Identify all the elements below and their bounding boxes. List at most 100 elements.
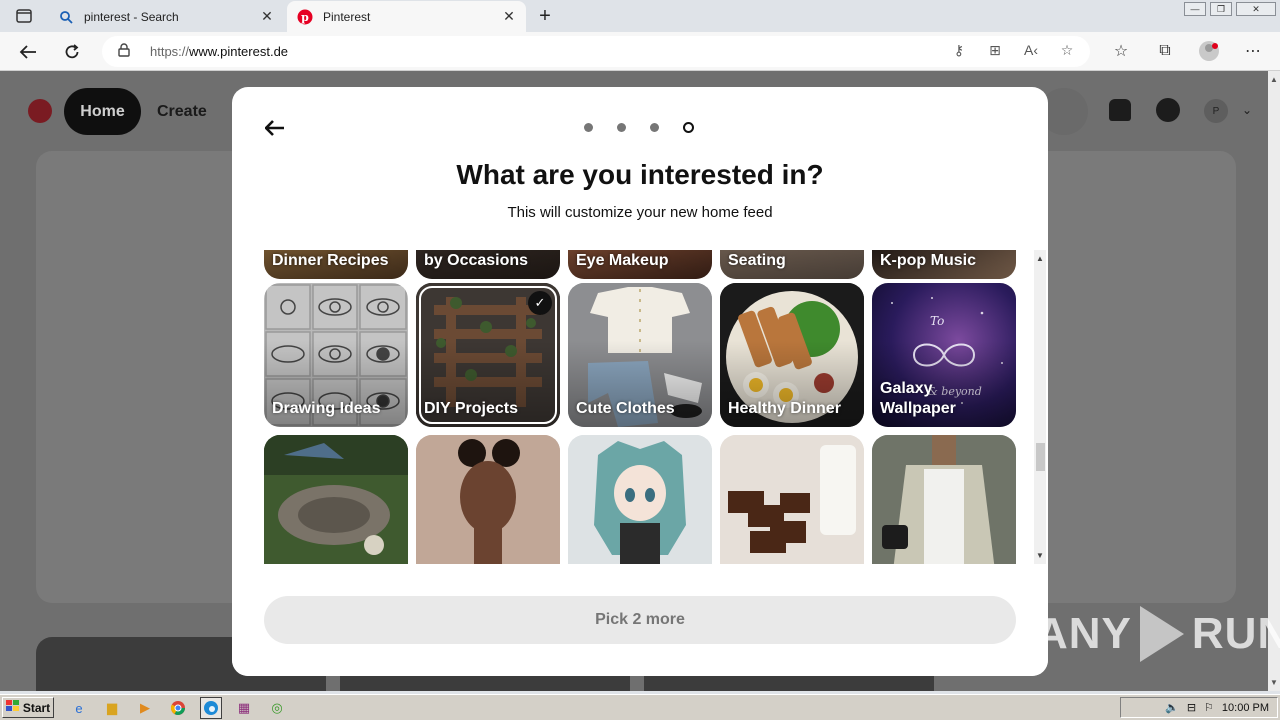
apps-icon[interactable]: ⊞ (984, 39, 1006, 61)
pick-more-button[interactable]: Pick 2 more (264, 596, 1016, 644)
topic-label: Living Room Seating (728, 252, 786, 269)
play-icon (1139, 606, 1184, 662)
modal-title: What are you interested in? (456, 159, 824, 190)
topic-tile-healthy-dinner[interactable]: Healthy Dinner (720, 283, 864, 427)
topics-scrollbar[interactable]: ▲ ▼ (1034, 250, 1046, 564)
topic-tile-drawing-ideas[interactable]: Drawing Ideas (264, 283, 408, 427)
search-icon (58, 9, 74, 25)
minimize-icon[interactable]: — (1184, 2, 1206, 16)
step-dot-current (683, 122, 694, 133)
back-icon[interactable] (16, 40, 40, 64)
topic-tile-kpop-music[interactable]: K-pop Music (872, 250, 1016, 279)
topic-tile-womens-outfits[interactable]: Women's Outfits by Occasions (416, 250, 560, 279)
url-bar[interactable]: https://www.pinterest.de (102, 36, 1090, 67)
watermark-text-left: ANY (1036, 609, 1132, 658)
close-window-icon[interactable]: ✕ (1236, 2, 1276, 16)
favorites-icon[interactable]: ☆ (1108, 40, 1134, 62)
topic-tile-brownies[interactable] (720, 435, 864, 564)
street-style-image (872, 435, 1016, 564)
tab-pinterest[interactable]: p Pinterest ✕ (287, 1, 526, 32)
topic-tile-galaxy-wallpaper[interactable]: To & beyond Galaxy Wallpaper (872, 283, 1016, 427)
browser-actions: ☆ ⧉ ⋯ (1108, 40, 1266, 62)
topic-label: K-pop Music (880, 252, 976, 269)
close-tab-icon[interactable]: ✕ (498, 8, 520, 25)
chrome-icon[interactable] (167, 697, 189, 719)
scroll-down-icon[interactable]: ▼ (1036, 551, 1044, 560)
topic-label: Galaxy Wallpaper (880, 380, 956, 417)
network-icon[interactable]: ⊟ (1187, 701, 1196, 714)
woman-portrait-image (416, 435, 560, 564)
refresh-icon[interactable] (60, 40, 84, 64)
topic-tile-street-style[interactable] (872, 435, 1016, 564)
interests-modal: What are you interested in? This will cu… (232, 87, 1048, 676)
close-tab-icon[interactable]: ✕ (256, 8, 278, 25)
step-dot (617, 123, 626, 132)
scroll-up-icon[interactable]: ▲ (1036, 254, 1044, 263)
tab-actions-icon[interactable] (10, 6, 38, 26)
page-scrollbar[interactable]: ▲ ▼ (1268, 71, 1280, 691)
window-controls: — ❐ ✕ (1180, 2, 1276, 16)
chat-icon (1156, 98, 1180, 122)
lock-icon[interactable] (118, 43, 132, 60)
topic-tile-dinner-recipes[interactable]: Dinner Recipes (264, 250, 408, 279)
start-label: Start (22, 700, 51, 715)
bell-icon (1109, 99, 1131, 121)
edge-icon[interactable] (200, 697, 222, 719)
windows-taskbar: Start e ▆ ▶ ▦ ◎ 🔈 ⊟ ⚐ 10:00 PM (0, 694, 1280, 720)
topic-tile-living-room-seating[interactable]: Living Room Seating (720, 250, 864, 279)
winrar-icon[interactable]: ▦ (233, 697, 255, 719)
folder-icon[interactable]: ▆ (101, 697, 123, 719)
topic-label: Eye Makeup (576, 252, 669, 269)
avatar: P (1204, 99, 1228, 123)
topic-tile-cute-clothes[interactable]: Cute Clothes (568, 283, 712, 427)
start-button[interactable]: Start (2, 697, 54, 718)
add-favorite-icon[interactable]: ☆ (1056, 39, 1078, 61)
garden-patio-image (264, 435, 408, 564)
topic-tile-eye-makeup[interactable]: Eye Makeup (568, 250, 712, 279)
read-aloud-icon[interactable]: A‹ (1020, 39, 1042, 61)
tab-pinterest-search[interactable]: pinterest - Search ✕ (48, 1, 284, 32)
anyrun-watermark: ANY RUN (1036, 606, 1280, 662)
app-icon[interactable]: ◎ (266, 697, 288, 719)
windows-logo-icon (5, 700, 20, 715)
scrollbar-thumb[interactable] (1036, 443, 1045, 471)
clock: 10:00 PM (1221, 701, 1269, 714)
tab-title: Pinterest (323, 9, 371, 24)
profile-avatar[interactable] (1196, 40, 1222, 62)
pinterest-logo-icon (28, 99, 52, 123)
pinterest-icon: p (297, 9, 313, 25)
topic-label: Cute Clothes (576, 400, 675, 417)
svg-text:p: p (301, 11, 309, 24)
new-tab-button[interactable]: + (534, 5, 556, 27)
tab-bar: pinterest - Search ✕ p Pinterest ✕ + — ❐… (0, 0, 1280, 32)
watermark-text-right: RUN (1191, 609, 1280, 658)
chevron-down-icon: ⌄ (1242, 103, 1253, 117)
url-protocol: https:// (150, 44, 190, 59)
media-player-icon[interactable]: ▶ (134, 697, 156, 719)
step-indicator (584, 122, 694, 133)
volume-icon[interactable]: 🔈 (1165, 701, 1179, 714)
topic-tile-portrait[interactable] (416, 435, 560, 564)
topic-tile-garden[interactable] (264, 435, 408, 564)
modal-subtitle: This will customize your new home feed (507, 204, 773, 221)
more-icon[interactable]: ⋯ (1240, 40, 1266, 62)
topic-label: DIY Projects (424, 400, 518, 417)
topic-tile-diy-projects[interactable]: ✓ DIY Projects (416, 283, 560, 427)
topic-label: Healthy Dinner (728, 400, 841, 417)
address-toolbar: https://www.pinterest.de ⚷ ⊞ A‹ ☆ (0, 32, 1280, 71)
topic-label: Drawing Ideas (272, 400, 381, 417)
tab-title: pinterest - Search (84, 9, 179, 24)
back-arrow-icon[interactable] (262, 115, 288, 141)
step-dot (650, 123, 659, 132)
topic-label: Dinner Recipes (272, 252, 389, 269)
topics-grid: Dinner Recipes Women's Outfits by Occasi… (264, 250, 1016, 564)
flag-icon[interactable]: ⚐ (1204, 701, 1214, 714)
url-actions: ⚷ ⊞ A‹ ☆ (948, 39, 1078, 61)
collections-icon[interactable]: ⧉ (1152, 40, 1178, 62)
create-link: Create (157, 103, 207, 120)
key-icon[interactable]: ⚷ (948, 39, 970, 61)
topic-tile-anime[interactable] (568, 435, 712, 564)
system-tray: 🔈 ⊟ ⚐ 10:00 PM (1120, 697, 1278, 718)
ie-icon[interactable]: e (68, 697, 90, 719)
restore-icon[interactable]: ❐ (1210, 2, 1232, 16)
